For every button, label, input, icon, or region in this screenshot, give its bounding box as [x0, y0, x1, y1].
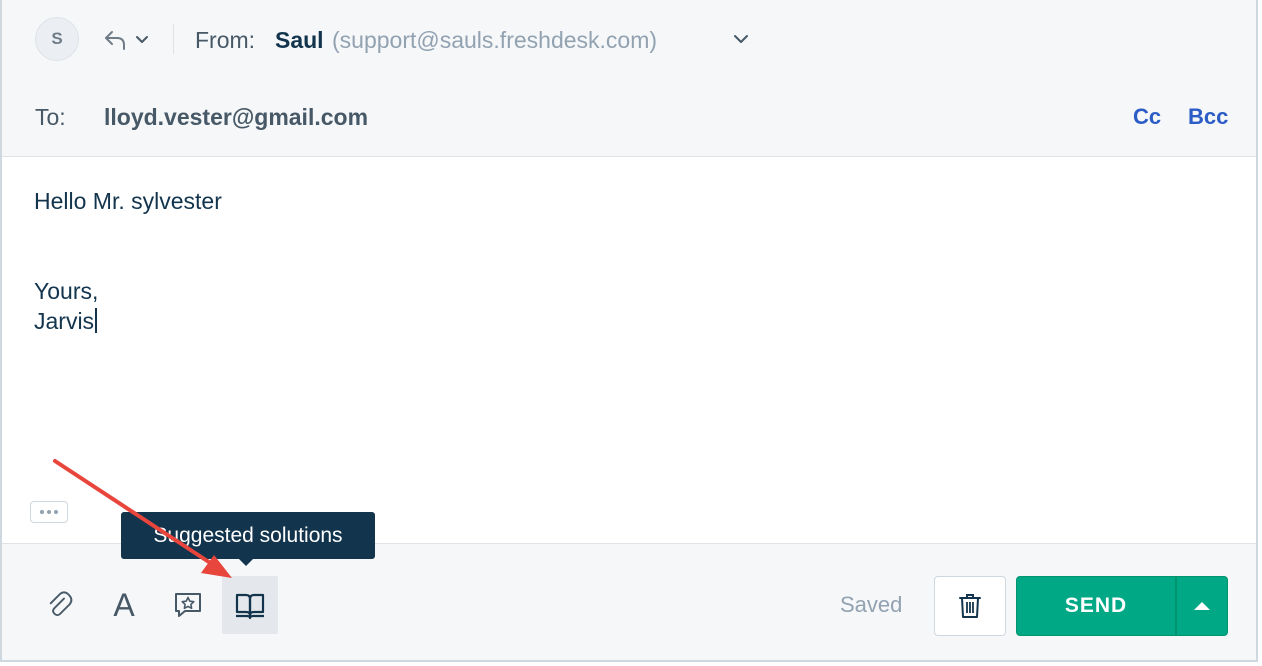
- to-row: To: lloyd.vester@gmail.com Cc Bcc: [2, 80, 1256, 157]
- book-icon: [235, 593, 265, 620]
- divider: [173, 24, 174, 54]
- delete-draft-button[interactable]: [934, 576, 1006, 636]
- from-name[interactable]: Saul: [275, 27, 324, 54]
- tooltip: Suggested solutions: [121, 512, 375, 559]
- suggested-solutions-button[interactable]: [222, 576, 278, 634]
- reply-icon[interactable]: [103, 29, 127, 51]
- cc-link[interactable]: Cc: [1133, 104, 1161, 130]
- send-options-button[interactable]: [1176, 576, 1228, 636]
- composer-footer: A Saved SEND: [2, 543, 1256, 660]
- from-row: S From: Saul (support@sauls.freshdesk.co…: [2, 0, 1256, 81]
- canned-response-button[interactable]: [160, 576, 216, 634]
- bcc-link[interactable]: Bcc: [1188, 104, 1228, 130]
- body-line-text: Jarvis: [34, 308, 95, 334]
- email-composer: S From: Saul (support@sauls.freshdesk.co…: [0, 0, 1258, 662]
- to-label: To:: [35, 104, 66, 130]
- body-line: Hello Mr. sylvester: [34, 188, 222, 214]
- body-line: Yours,: [34, 278, 99, 304]
- dot-icon: [54, 510, 58, 514]
- show-quoted-text-button[interactable]: [30, 501, 68, 523]
- text-caret: [95, 308, 98, 333]
- dot-icon: [47, 510, 51, 514]
- message-body-editor[interactable]: Hello Mr. sylvester Yours, Jarvis: [2, 157, 1256, 542]
- canned-response-icon: [175, 593, 201, 617]
- chevron-down-icon[interactable]: [135, 34, 149, 46]
- avatar: S: [35, 17, 79, 61]
- dot-icon: [40, 510, 44, 514]
- font-icon: A: [113, 586, 135, 623]
- to-recipient[interactable]: lloyd.vester@gmail.com: [104, 104, 368, 131]
- attach-button[interactable]: [33, 576, 89, 634]
- trash-icon: [959, 594, 981, 618]
- chevron-down-icon[interactable]: [733, 33, 749, 46]
- from-email[interactable]: (support@sauls.freshdesk.com): [332, 27, 657, 54]
- from-label: From:: [195, 27, 256, 53]
- body-line: Jarvis: [34, 308, 98, 335]
- saved-status: Saved: [840, 592, 903, 617]
- caret-up-icon: [1194, 602, 1210, 610]
- formatting-button[interactable]: A: [96, 576, 152, 634]
- paperclip-icon: [49, 591, 73, 617]
- send-button[interactable]: SEND: [1016, 576, 1176, 636]
- tooltip-arrow: [239, 559, 253, 566]
